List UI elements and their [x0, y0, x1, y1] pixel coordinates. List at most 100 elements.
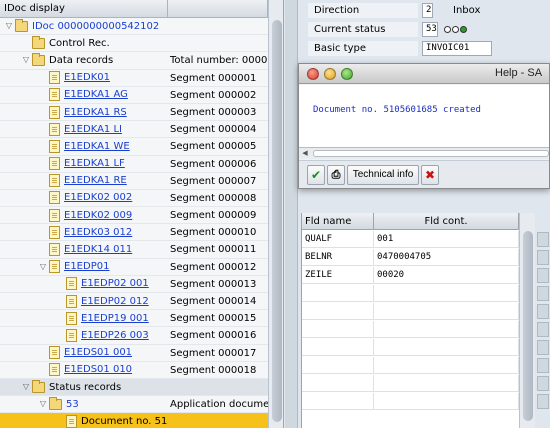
- tree-row[interactable]: Control Rec.: [0, 35, 268, 53]
- tree-row[interactable]: E1EDKA1 LF Segment 000006: [0, 156, 268, 173]
- cancel-x-button[interactable]: ✖: [421, 165, 439, 185]
- tree-row[interactable]: E1EDP02 012 Segment 000014: [0, 293, 268, 311]
- field-name-cell: [302, 375, 374, 392]
- window-zoom-button[interactable]: [341, 68, 353, 80]
- tree-node-label[interactable]: E1EDP19 001: [81, 313, 149, 324]
- segment-document-icon: [49, 208, 60, 222]
- help-dialog-titlebar[interactable]: Help - SA: [299, 64, 549, 84]
- help-horizontal-scrollbar[interactable]: ◀: [299, 147, 549, 159]
- tree-row[interactable]: E1EDP02 001 Segment 000013: [0, 276, 268, 293]
- tree-row[interactable]: Document no. 510: [0, 413, 268, 428]
- row-selector[interactable]: [537, 358, 549, 373]
- tree-row[interactable]: E1EDK14 011 Segment 000011: [0, 241, 268, 259]
- row-selector[interactable]: [537, 322, 549, 337]
- basic-type-field[interactable]: INVOIC01: [422, 41, 492, 56]
- tree-node-label[interactable]: E1EDK02 002: [64, 192, 132, 203]
- tree-node-cell: E1EDP19 001: [0, 310, 168, 326]
- segment-document-icon: [66, 414, 77, 428]
- tree-node-label[interactable]: E1EDKA1 RE: [64, 175, 127, 186]
- tree-row[interactable]: E1EDK02 002 Segment 000008: [0, 190, 268, 208]
- field-row[interactable]: QUALF 001: [302, 231, 519, 248]
- tree-row[interactable]: ▽ E1EDP01 Segment 000012: [0, 259, 268, 276]
- tree-node-label[interactable]: E1EDP26 003: [81, 330, 149, 341]
- tree-node-label[interactable]: E1EDKA1 LI: [64, 124, 122, 135]
- tree-row[interactable]: E1EDK02 009 Segment 000009: [0, 207, 268, 225]
- row-selector[interactable]: [537, 250, 549, 265]
- fields-table-scrollbar[interactable]: [519, 213, 535, 428]
- help-scrollbar-track[interactable]: [313, 150, 549, 157]
- expand-toggle-icon[interactable]: ▽: [38, 262, 48, 272]
- tree-header-col1[interactable]: IDoc display: [0, 0, 168, 18]
- row-selector[interactable]: [537, 394, 549, 409]
- tree-node-value: Segment 000010: [170, 227, 257, 239]
- tree-node-label[interactable]: E1EDS01 001: [64, 347, 132, 358]
- tree-row[interactable]: E1EDK01 Segment 000001: [0, 70, 268, 87]
- field-row[interactable]: [302, 339, 519, 356]
- tree-node-label[interactable]: E1EDKA1 WE: [64, 141, 130, 152]
- field-row[interactable]: [302, 285, 519, 302]
- row-selector[interactable]: [537, 304, 549, 319]
- expand-toggle-icon[interactable]: ▽: [21, 55, 31, 65]
- field-name-header[interactable]: Fld name: [302, 213, 374, 230]
- tree-row[interactable]: E1EDS01 001 Segment 000017: [0, 345, 268, 362]
- current-status-field[interactable]: 53: [422, 22, 438, 37]
- tree-node-label[interactable]: E1EDP02 001: [81, 278, 149, 289]
- tree-node-cell: E1EDP26 003: [0, 327, 168, 343]
- tree-header-col2[interactable]: [168, 0, 268, 18]
- tree-node-label[interactable]: E1EDKA1 RS: [64, 107, 127, 118]
- technical-info-button[interactable]: Technical info: [347, 165, 419, 185]
- field-row[interactable]: [302, 357, 519, 374]
- tree-row[interactable]: E1EDK03 012 Segment 000010: [0, 224, 268, 242]
- direction-label: Direction: [308, 3, 418, 18]
- tree-node-label[interactable]: E1EDP02 012: [81, 296, 149, 307]
- expand-toggle-icon[interactable]: ▽: [21, 382, 31, 392]
- tree-node-label[interactable]: E1EDK03 012: [64, 227, 132, 238]
- row-selector[interactable]: [537, 286, 549, 301]
- help-dialog: Help - SA Document no. 5105601685 create…: [298, 63, 550, 189]
- expand-toggle-icon[interactable]: ▽: [38, 399, 48, 409]
- tree-node-label[interactable]: E1EDKA1 AG: [64, 89, 128, 100]
- direction-field[interactable]: 2: [422, 3, 433, 18]
- row-selector[interactable]: [537, 232, 549, 247]
- row-selector[interactable]: [537, 268, 549, 283]
- tree-node-label[interactable]: E1EDP01: [64, 261, 109, 272]
- expand-toggle-icon[interactable]: ▽: [4, 21, 14, 31]
- fields-table-scrollbar-thumb[interactable]: [523, 231, 533, 421]
- tree-row[interactable]: ▽ 53 Application document: [0, 396, 268, 414]
- tree-row[interactable]: E1EDKA1 RS Segment 000003: [0, 104, 268, 122]
- field-row[interactable]: [302, 321, 519, 338]
- tree-row[interactable]: ▽ Status records: [0, 378, 268, 397]
- scroll-left-arrow-icon[interactable]: ◀: [299, 148, 311, 159]
- tree-scrollbar[interactable]: [268, 0, 283, 428]
- tree-row[interactable]: ▽ IDoc 0000000000542102: [0, 18, 268, 36]
- row-selector[interactable]: [537, 340, 549, 355]
- segment-document-icon: [49, 363, 60, 377]
- splitter[interactable]: [285, 0, 298, 428]
- tree-node-label[interactable]: E1EDKA1 LF: [64, 158, 125, 169]
- print-button[interactable]: ⎙: [327, 165, 345, 185]
- field-row[interactable]: [302, 393, 519, 410]
- row-selector[interactable]: [537, 376, 549, 391]
- field-row[interactable]: [302, 303, 519, 320]
- window-close-button[interactable]: [307, 68, 319, 80]
- continue-checkmark-button[interactable]: ✔: [307, 165, 325, 185]
- tree-node-label[interactable]: E1EDK14 011: [64, 244, 132, 255]
- window-minimize-button[interactable]: [324, 68, 336, 80]
- tree-row[interactable]: E1EDKA1 RE Segment 000007: [0, 173, 268, 190]
- field-row[interactable]: ZEILE 00020: [302, 267, 519, 284]
- field-content-header[interactable]: Fld cont.: [374, 213, 519, 230]
- tree-node-label[interactable]: E1EDK02 009: [64, 210, 132, 221]
- tree-node-label[interactable]: E1EDK01: [64, 72, 110, 83]
- tree-row[interactable]: E1EDKA1 LI Segment 000004: [0, 121, 268, 139]
- tree-row[interactable]: E1EDKA1 AG Segment 000002: [0, 87, 268, 104]
- tree-row[interactable]: E1EDKA1 WE Segment 000005: [0, 138, 268, 156]
- field-row[interactable]: BELNR 0470004705: [302, 249, 519, 266]
- tree-row[interactable]: E1EDP19 001 Segment 000015: [0, 310, 268, 328]
- tree-row[interactable]: E1EDS01 010 Segment 000018: [0, 362, 268, 379]
- tree-row[interactable]: ▽ Data records Total number: 000018: [0, 52, 268, 70]
- tree-scrollbar-thumb[interactable]: [272, 20, 282, 422]
- field-row[interactable]: [302, 375, 519, 392]
- tree-node-label[interactable]: E1EDS01 010: [64, 364, 132, 375]
- tree-row[interactable]: E1EDP26 003 Segment 000016: [0, 327, 268, 345]
